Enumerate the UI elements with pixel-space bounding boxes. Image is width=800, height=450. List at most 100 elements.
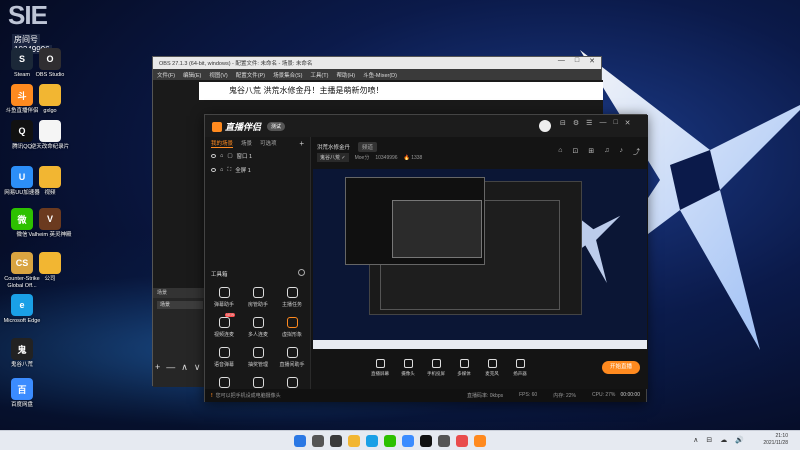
taskbar-app-icon[interactable] [402,435,414,447]
lock-icon[interactable]: ⌂ [220,167,223,173]
menu-view[interactable]: 视图(V) [209,71,227,79]
scene-item[interactable]: 场景 [157,301,203,309]
taskbar-app-icon[interactable] [474,435,486,447]
settings-icon[interactable]: ⚙ [573,119,579,127]
taskbar-app-icon[interactable] [348,435,360,447]
menu-help[interactable]: 帮助(H) [336,71,355,79]
eye-icon[interactable] [211,168,216,172]
taskbar-app-icon[interactable] [438,435,450,447]
home-icon[interactable]: ⌂ [558,147,562,157]
tool-item[interactable]: 主播任务 [277,287,307,308]
screenshot-icon[interactable]: ⊡ [573,147,579,157]
room-title-tab[interactable]: 洪荒水修金丹 [317,143,350,151]
taskbar-app-icon[interactable] [456,435,468,447]
tool-icon [218,317,230,328]
tray-expand-icon[interactable]: ∧ [693,436,698,444]
music-icon[interactable]: ♫ [604,147,609,157]
bottom-source-button[interactable]: 摄像头 [397,359,419,377]
remove-scene-button[interactable]: — [166,362,175,373]
menu-edit[interactable]: 编辑(E) [183,71,201,79]
taskbar-app-icon[interactable] [312,435,324,447]
taskbar-apps [294,435,486,447]
tool-item[interactable]: NEW 视频连麦 [209,313,239,338]
taskbar-app-icon[interactable] [384,435,396,447]
tool-item[interactable]: 弹幕助手 [209,287,239,308]
beta-badge: 测试 [267,122,286,131]
taskbar-app-icon[interactable] [366,435,378,447]
menu-file[interactable]: 文件(F) [157,71,175,79]
category-badge[interactable]: 鬼谷八荒 ✓ [317,153,349,162]
menu-douyu-mixer[interactable]: 斗鱼-Mixer(D) [363,71,397,79]
maximize-icon[interactable]: □ [575,57,579,65]
tool-item[interactable]: 直播间助手 [277,347,307,368]
desktop-icon[interactable]: 百百度网盘 [0,378,44,409]
taskbar-app-icon[interactable] [330,435,342,447]
desktop-icon[interactable]: e Microsoft Edge [0,294,44,325]
source-icon [515,359,525,368]
assistant-title-bar[interactable]: 直播伴侣 测试 ⊟ ⚙ ☰ — □ ✕ [205,115,648,137]
menu-scene-collection[interactable]: 场景集合(S) [273,71,302,79]
desktop-icon[interactable]: V Valheim 英灵神殿 [28,208,72,239]
tab-my-scenes[interactable]: 我的场景 [211,139,234,148]
tool-item[interactable]: 房管助手 [243,287,273,308]
tool-label: 虚拟形象 [281,332,302,338]
live-assistant-window[interactable]: 直播伴侣 测试 ⊟ ⚙ ☰ — □ ✕ 我的场景 场景 可选项 + ⌂ ▢ 窗口… [204,114,648,402]
start-live-button[interactable]: 开始直播 [602,361,640,374]
tab-scenes[interactable]: 场景 [241,139,252,147]
tool-item[interactable]: 多人连麦 [243,317,273,338]
desktop-icon[interactable]: 逆天改命纪录片 [28,120,72,151]
minimize-icon[interactable]: — [558,57,565,65]
live-preview[interactable] [313,169,647,349]
close-icon[interactable]: ✕ [625,119,631,127]
avatar[interactable] [539,120,551,132]
notification-icon[interactable]: ♪ [620,147,624,157]
bottom-source-button[interactable]: 多媒体 [453,359,475,377]
message-icon[interactable]: ⊟ [560,119,566,127]
move-down-button[interactable]: ∨ [194,362,201,373]
bottom-source-button[interactable]: 扬声器 [509,359,531,377]
eye-icon[interactable] [211,154,216,158]
app-icon [39,166,61,188]
desktop-icon[interactable]: gxlgo [28,84,72,115]
tool-item[interactable]: 抽奖管理 [243,347,273,368]
move-up-button[interactable]: ∧ [181,362,188,373]
maximize-icon[interactable]: □ [613,119,617,127]
system-clock[interactable]: 21:10 2021/11/28 [763,433,788,447]
share-icon[interactable]: ⤴ [633,147,640,157]
desktop-icon[interactable]: 视频 [28,166,72,197]
tool-icon [286,377,298,388]
taskbar-app-icon[interactable] [420,435,432,447]
add-scene-button[interactable]: + [155,362,160,373]
channel-tab[interactable]: 频道 [358,142,378,152]
tool-item[interactable]: 语音弹幕 [209,347,239,368]
network-icon[interactable]: ☁ [720,436,727,444]
tool-item[interactable]: 虚拟形象 [277,317,307,338]
bottom-source-button[interactable]: 直播屏幕 [369,359,391,377]
tab-options[interactable]: 可选项 [260,139,277,147]
menu-tools[interactable]: 工具(T) [310,71,328,79]
volume-icon[interactable]: 🔊 [735,436,744,444]
stream-title-banner: 鬼谷八荒 洪荒水修金丹！主播是萌新勿喷！ [199,82,603,100]
obs-title-bar[interactable]: OBS 27.1.3 (64-bit, windows) - 配置文件: 未命名… [153,57,601,69]
status-message[interactable]: 您可以把手机设成电脑摄像头 [216,392,281,399]
assistant-name: 直播伴侣 [225,122,262,132]
lock-icon[interactable]: ⌂ [220,153,223,159]
collapse-icon[interactable] [298,269,305,276]
tray-app-icon[interactable]: ⊟ [706,436,712,444]
add-source-button[interactable]: + [299,139,304,148]
desktop-icon[interactable]: 鬼鬼谷八荒 [0,338,44,369]
taskbar-app-icon[interactable] [294,435,306,447]
menu-icon[interactable]: ☰ [586,119,592,127]
minimize-icon[interactable]: — [599,119,606,127]
source-row[interactable]: ⌂ ⛶ 全屏 1 [205,163,310,177]
desktop-icon[interactable]: 公司 [28,252,72,283]
desktop-icon[interactable]: O OBS Studio [28,48,72,79]
source-row[interactable]: ⌂ ▢ 窗口 1 [205,149,310,163]
close-icon[interactable]: ✕ [589,57,595,65]
bottom-source-button[interactable]: 手机投屏 [425,359,447,377]
bottom-source-label: 多媒体 [457,371,471,376]
desktop-icon-label: Valheim 英灵神殿 [28,232,72,238]
menu-profile[interactable]: 配置文件(P) [236,71,265,79]
layout-icon[interactable]: ⊞ [588,147,594,157]
bottom-source-button[interactable]: 麦克风 [481,359,503,377]
